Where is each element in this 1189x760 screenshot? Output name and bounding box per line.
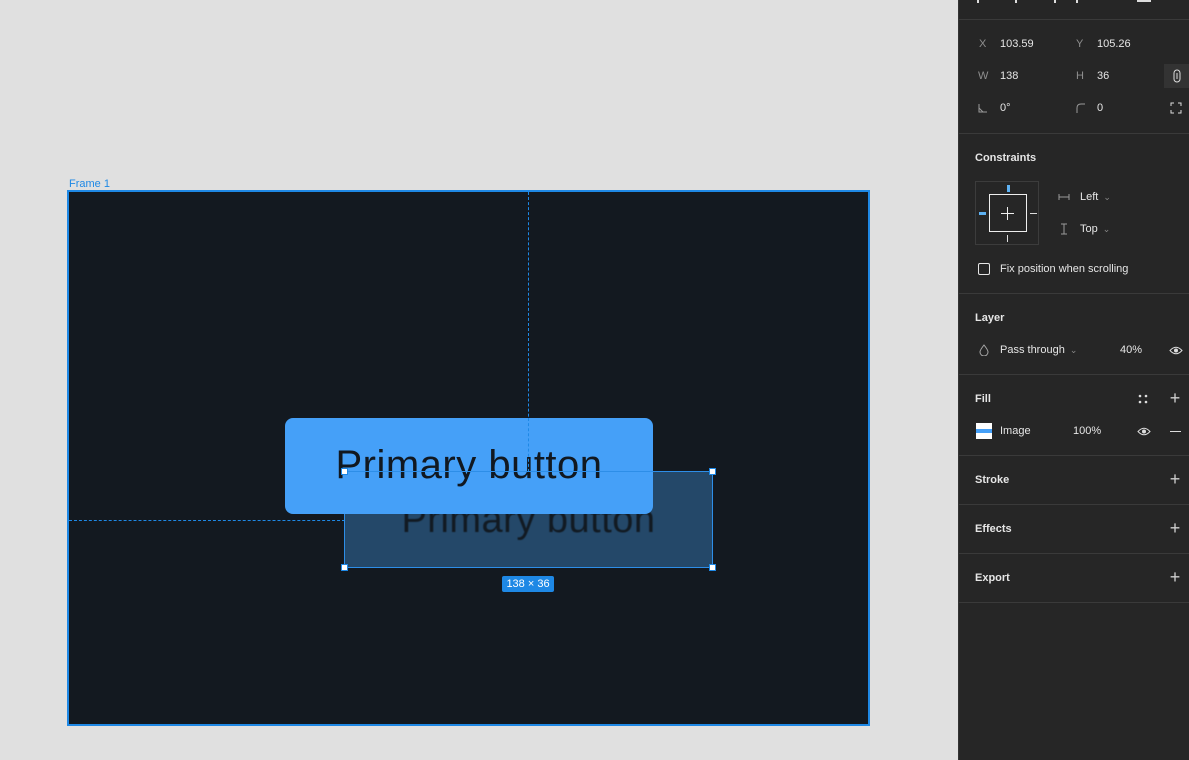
remove-fill-icon[interactable] xyxy=(1165,421,1185,441)
position-section: X 103.59 Y 105.26 W 138 H 36 0° 0 xyxy=(959,20,1189,134)
size-badge: 138 × 36 xyxy=(502,576,554,592)
fill-opacity-input[interactable]: 100% xyxy=(1073,425,1101,437)
blend-mode-dropdown[interactable]: Pass through ⌄ xyxy=(1000,340,1077,360)
selection-top-edge xyxy=(344,471,713,472)
x-input[interactable]: 103.59 xyxy=(1000,38,1034,50)
distribute-icon[interactable] xyxy=(1137,0,1151,2)
primary-button-layer[interactable]: Primary button xyxy=(285,418,653,514)
y-label: Y xyxy=(1076,38,1084,50)
constraint-top-marker[interactable] xyxy=(1007,185,1010,192)
constraints-title: Constraints xyxy=(975,152,1037,164)
chevron-down-icon: ⌄ xyxy=(1103,191,1111,202)
fix-position-label[interactable]: Fix position when scrolling xyxy=(1000,263,1128,275)
x-label: X xyxy=(979,38,987,50)
y-input[interactable]: 105.26 xyxy=(1097,38,1131,50)
fix-position-checkbox[interactable] xyxy=(978,263,990,275)
w-label: W xyxy=(978,70,989,82)
constrain-proportions-icon[interactable] xyxy=(1164,64,1189,88)
rotation-input[interactable]: 0° xyxy=(1000,102,1011,114)
vertical-guide-overlay xyxy=(528,418,529,472)
constraints-widget[interactable] xyxy=(975,181,1039,245)
eye-icon[interactable] xyxy=(1166,340,1186,360)
vertical-constraint-dropdown[interactable]: Top ⌄ xyxy=(1080,219,1110,239)
h-label: H xyxy=(1076,70,1084,82)
resize-handle-top-left[interactable] xyxy=(341,468,348,475)
rotation-icon xyxy=(978,98,988,118)
stroke-title: Stroke xyxy=(975,474,1010,486)
effects-section: Effects + xyxy=(959,505,1189,554)
resize-handle-bottom-right[interactable] xyxy=(709,564,716,571)
resize-handle-top-right[interactable] xyxy=(709,468,716,475)
blend-mode-icon xyxy=(979,340,989,360)
add-export-icon[interactable]: + xyxy=(1165,567,1185,587)
independent-corners-icon[interactable] xyxy=(1166,98,1186,118)
align-icon[interactable] xyxy=(1015,0,1017,3)
fill-section: Fill + Image 100% xyxy=(959,375,1189,456)
w-input[interactable]: 138 xyxy=(1000,70,1018,82)
align-icon[interactable] xyxy=(977,0,979,3)
horizontal-guide xyxy=(69,520,345,521)
horizontal-constraint-value: Left xyxy=(1080,191,1099,203)
export-title: Export xyxy=(975,572,1010,584)
frame-label[interactable]: Frame 1 xyxy=(69,178,110,190)
constraint-right-marker[interactable] xyxy=(1030,213,1037,214)
resize-handle-bottom-left[interactable] xyxy=(341,564,348,571)
h-input[interactable]: 36 xyxy=(1097,70,1109,82)
toolbar-strip xyxy=(959,0,1189,20)
export-section: Export + xyxy=(959,554,1189,603)
fill-type-label[interactable]: Image xyxy=(1000,425,1031,437)
add-effect-icon[interactable]: + xyxy=(1165,518,1185,538)
plus-icon xyxy=(1007,207,1008,220)
horizontal-constraint-icon xyxy=(1058,187,1070,207)
constraint-bottom-marker[interactable] xyxy=(1007,235,1008,242)
add-stroke-icon[interactable]: + xyxy=(1165,469,1185,489)
align-icon[interactable] xyxy=(1076,0,1078,3)
horizontal-constraint-dropdown[interactable]: Left ⌄ xyxy=(1080,187,1111,207)
layer-section: Layer Pass through ⌄ 40% xyxy=(959,294,1189,375)
effects-title: Effects xyxy=(975,523,1012,535)
add-fill-icon[interactable]: + xyxy=(1165,388,1185,408)
fill-title: Fill xyxy=(975,393,991,405)
constraint-left-marker[interactable] xyxy=(979,212,986,215)
chevron-down-icon: ⌄ xyxy=(1102,223,1111,234)
vertical-constraint-value: Top xyxy=(1080,223,1098,235)
align-icon[interactable] xyxy=(1054,0,1056,3)
image-fill-swatch[interactable] xyxy=(976,423,992,439)
stroke-section: Stroke + xyxy=(959,456,1189,505)
canvas[interactable]: Frame 1 Primary button Primary button 13… xyxy=(0,0,958,760)
layer-opacity-input[interactable]: 40% xyxy=(1120,344,1142,356)
chevron-down-icon: ⌄ xyxy=(1069,344,1078,355)
eye-icon[interactable] xyxy=(1134,421,1154,441)
corner-radius-input[interactable]: 0 xyxy=(1097,102,1103,114)
blend-mode-value: Pass through xyxy=(1000,344,1065,356)
vertical-constraint-icon xyxy=(1060,219,1068,239)
corner-radius-icon xyxy=(1076,98,1086,118)
layer-title: Layer xyxy=(975,312,1005,324)
properties-panel: X 103.59 Y 105.26 W 138 H 36 0° 0 Constr… xyxy=(958,0,1189,760)
styles-grid-icon[interactable] xyxy=(1133,389,1153,409)
